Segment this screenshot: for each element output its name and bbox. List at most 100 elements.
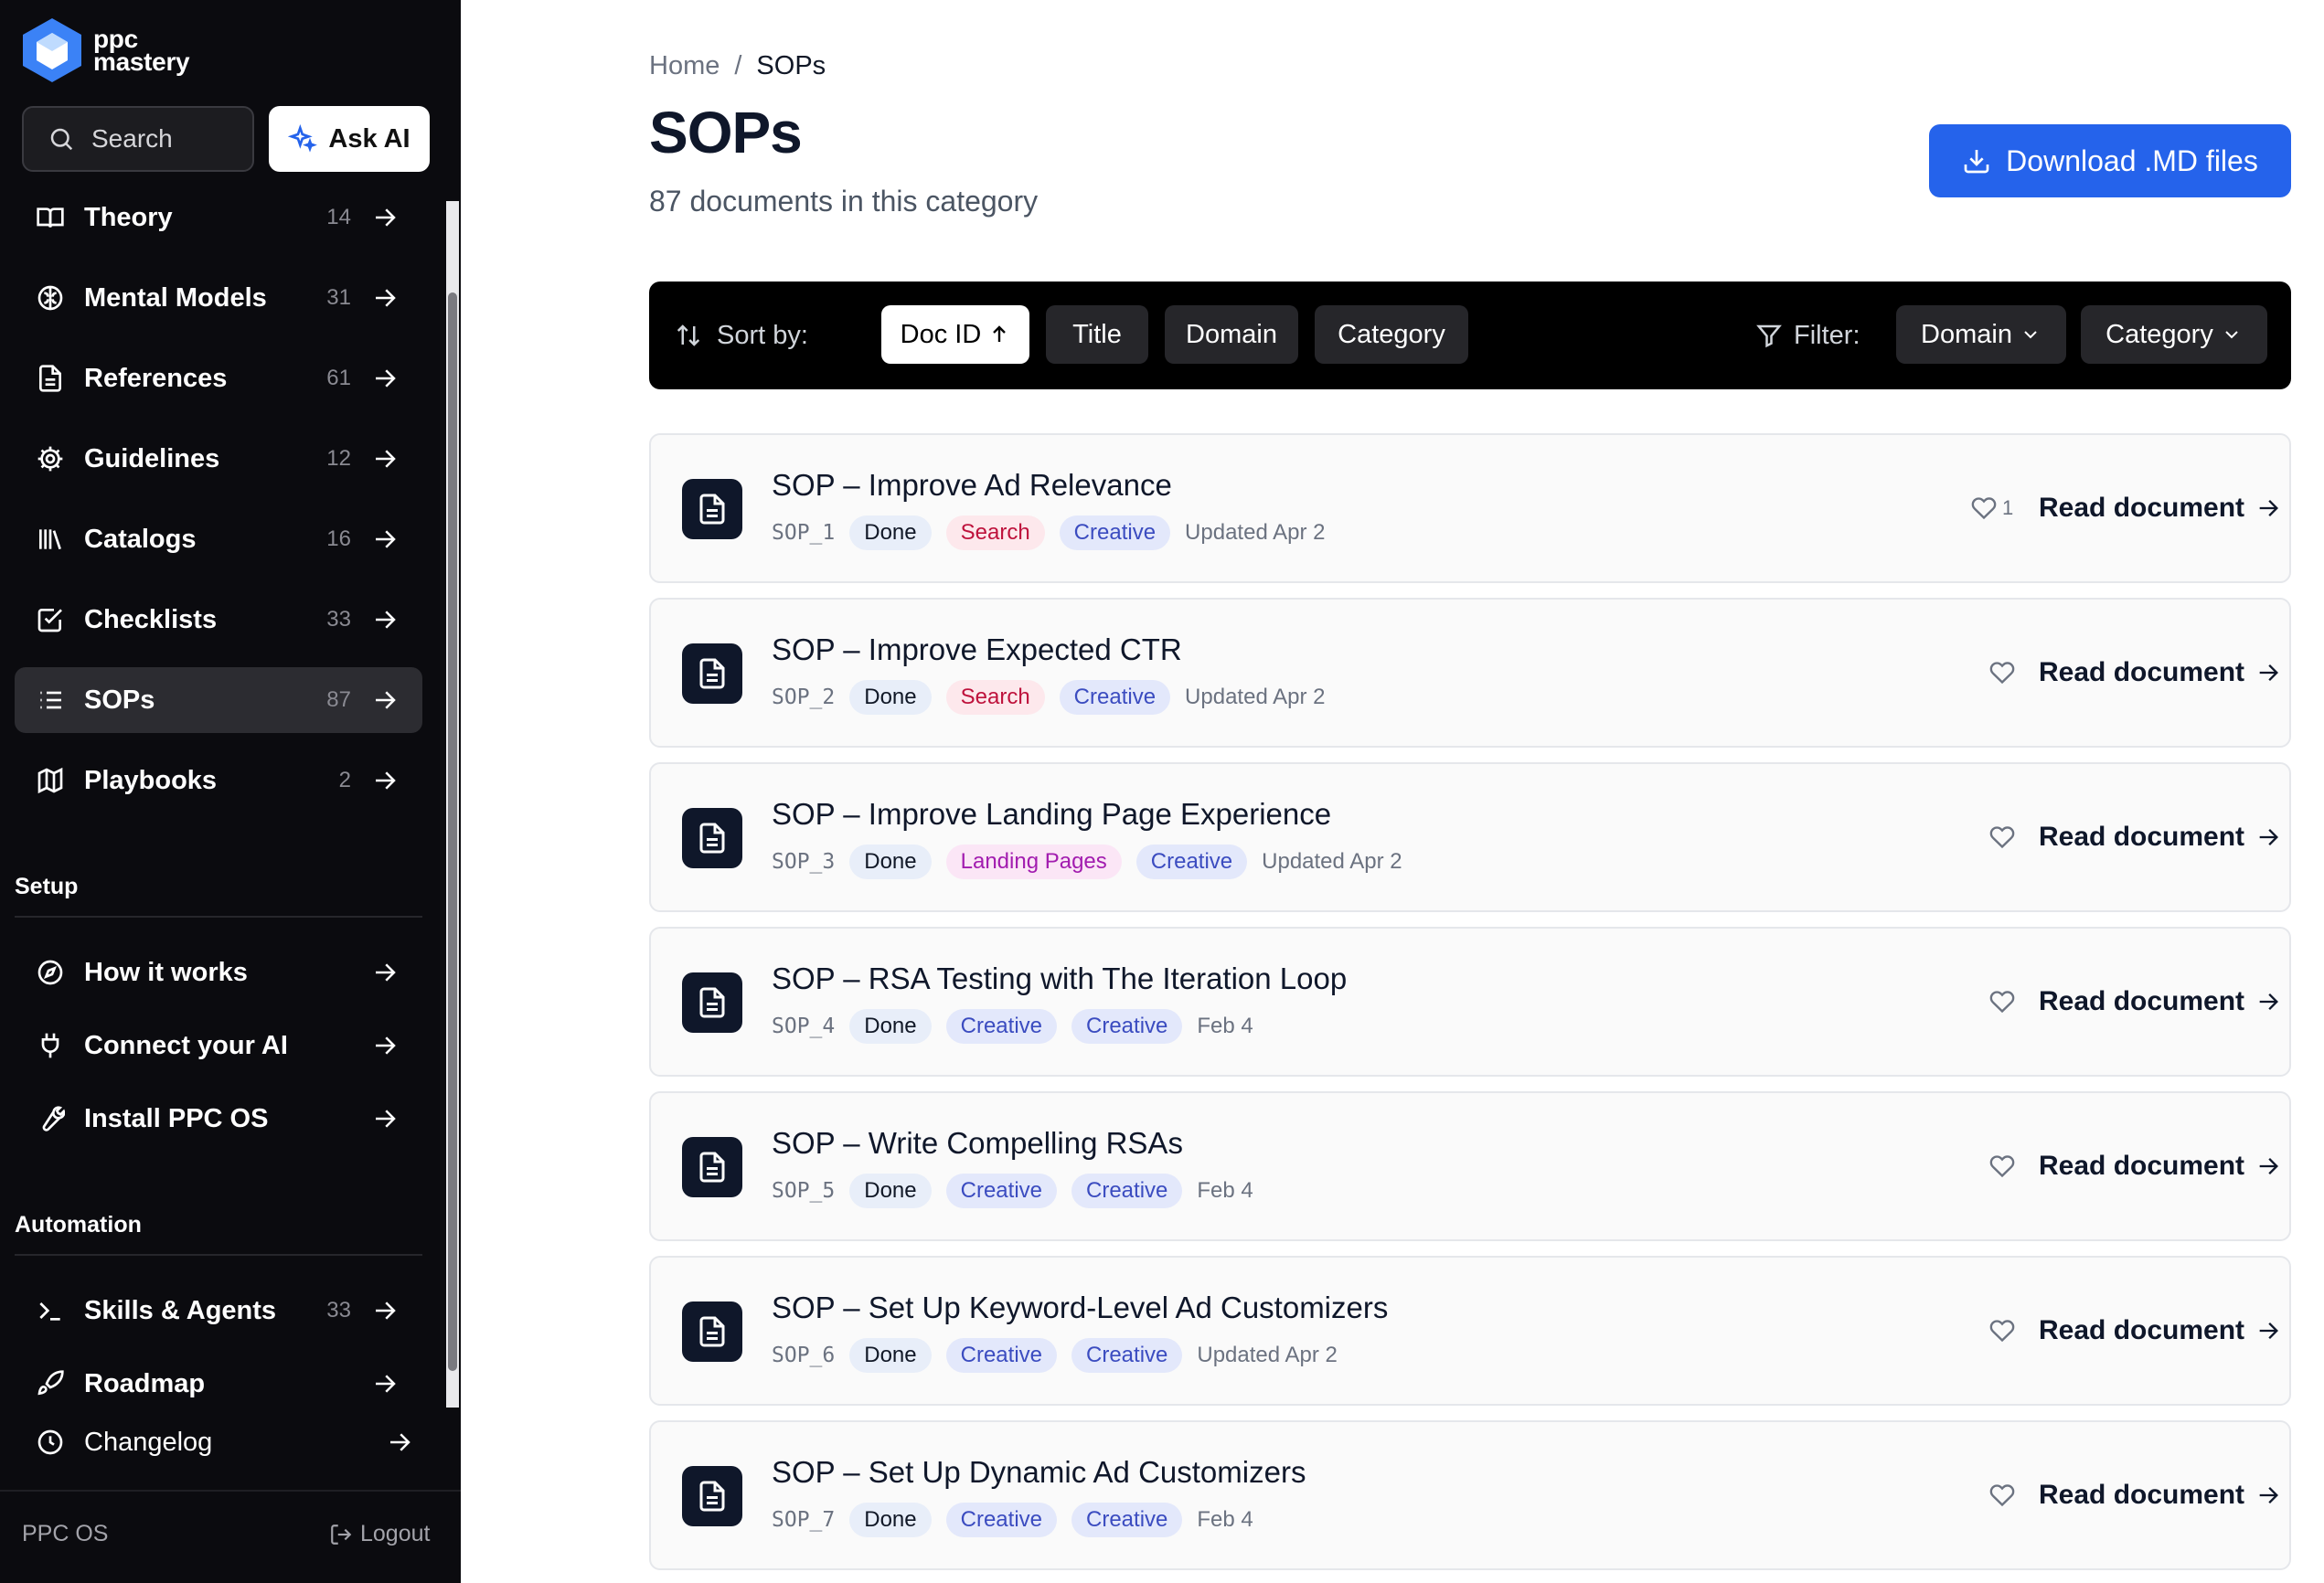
status-badge: Done: [849, 1009, 932, 1044]
rocket-icon: [37, 1370, 64, 1396]
category-badge: Creative: [1071, 1338, 1183, 1373]
download-md-button[interactable]: Download .MD files: [1929, 124, 2291, 197]
sidebar-item-changelog[interactable]: Changelog: [15, 1409, 422, 1475]
sidebar-item-label: Changelog: [84, 1427, 213, 1457]
ask-ai-button[interactable]: Ask AI: [269, 106, 430, 172]
sidebar-item-label: Checklists: [84, 604, 218, 634]
document-card-sop-3[interactable]: SOP – Improve Landing Page Experience SO…: [649, 762, 2291, 912]
status-badge: Done: [849, 1503, 932, 1537]
document-title[interactable]: SOP – Improve Landing Page Experience: [772, 797, 1331, 832]
like-button[interactable]: [1989, 660, 2015, 685]
section-divider: [15, 1254, 422, 1256]
list-icon: [40, 691, 61, 709]
sidebar-item-mental-models[interactable]: Mental Models 31: [15, 265, 422, 331]
category-badge: Creative: [1135, 845, 1248, 879]
category-badge: Creative: [1071, 1503, 1183, 1537]
document-card-sop-4[interactable]: SOP – RSA Testing with The Iteration Loo…: [649, 927, 2291, 1077]
sort-category-button[interactable]: Category: [1315, 305, 1468, 364]
sort-option-label: Domain: [1186, 319, 1277, 349]
sidebar-item-label: Mental Models: [84, 282, 267, 313]
document-title[interactable]: SOP – Write Compelling RSAs: [772, 1126, 1183, 1161]
arrow-right-icon: [2259, 829, 2279, 845]
document-meta: SOP_6 Done Creative Creative Updated Apr…: [772, 1338, 1338, 1373]
sidebar-item-references[interactable]: References 61: [15, 345, 422, 411]
logout-icon: [331, 1524, 352, 1545]
updated-date: Updated Apr 2: [1185, 685, 1326, 709]
read-document-link[interactable]: Read document: [2039, 929, 2281, 1075]
sidebar-item-count: 31: [326, 285, 351, 310]
sidebar-item-playbooks[interactable]: Playbooks 2: [15, 748, 422, 813]
updated-date: Updated Apr 2: [1197, 1343, 1338, 1367]
sort-domain-button[interactable]: Domain: [1165, 305, 1298, 364]
sort-label-text: Sort by:: [717, 320, 808, 350]
domain-badge: Creative: [945, 1174, 1057, 1208]
read-document-link[interactable]: Read document: [2039, 1258, 2281, 1404]
like-button[interactable]: [1989, 1482, 2015, 1508]
filter-category-dropdown[interactable]: Category: [2081, 305, 2267, 364]
read-document-link[interactable]: Read document: [2039, 435, 2281, 581]
sidebar-item-count: 14: [326, 205, 351, 229]
sidebar-item-label: Connect your AI: [84, 1030, 288, 1060]
read-document-label: Read document: [2039, 657, 2245, 687]
read-document-label: Read document: [2039, 986, 2245, 1016]
document-title[interactable]: SOP – RSA Testing with The Iteration Loo…: [772, 961, 1347, 996]
terminal-icon: [39, 1302, 60, 1321]
sidebar-item-guidelines[interactable]: Guidelines 12: [15, 426, 422, 492]
logout-button[interactable]: Logout: [329, 1521, 430, 1547]
status-badge: Done: [849, 1338, 932, 1373]
section-title-automation: Automation: [15, 1212, 142, 1238]
sidebar-item-skills-agents[interactable]: Skills & Agents 33: [15, 1278, 422, 1344]
breadcrumb-home[interactable]: Home: [649, 51, 720, 81]
document-card-sop-5[interactable]: SOP – Write Compelling RSAs SOP_5 Done C…: [649, 1091, 2291, 1241]
document-card-sop-1[interactable]: SOP – Improve Ad Relevance SOP_1 Done Se…: [649, 433, 2291, 583]
filter-domain-dropdown[interactable]: Domain: [1896, 305, 2066, 364]
sort-doc-id-button[interactable]: Doc ID: [881, 305, 1029, 364]
sidebar-item-count: 33: [326, 607, 351, 632]
sidebar-scrollbar-thumb[interactable]: [448, 292, 457, 1371]
like-button[interactable]: [1989, 824, 2015, 850]
heart-icon: [1989, 826, 2015, 849]
sidebar-item-label: Guidelines: [84, 443, 220, 473]
search-button[interactable]: Search: [22, 106, 254, 172]
arrow-right-icon: [2259, 664, 2279, 681]
sort-title-button[interactable]: Title: [1046, 305, 1148, 364]
arrow-right-icon: [376, 530, 396, 548]
like-button[interactable]: [1989, 1318, 2015, 1344]
sidebar-item-theory[interactable]: Theory 14: [15, 185, 422, 250]
read-document-label: Read document: [2039, 1315, 2245, 1345]
read-document-link[interactable]: Read document: [2039, 600, 2281, 746]
document-title[interactable]: SOP – Set Up Dynamic Ad Customizers: [772, 1455, 1306, 1490]
sidebar-item-roadmap[interactable]: Roadmap: [15, 1351, 422, 1417]
read-document-link[interactable]: Read document: [2039, 764, 2281, 910]
document-title[interactable]: SOP – Improve Ad Relevance: [772, 468, 1172, 503]
brand-logo[interactable]: ppc mastery: [20, 16, 190, 84]
sidebar-item-install-ppc-os[interactable]: Install PPC OS: [15, 1086, 422, 1152]
like-button[interactable]: [1989, 1153, 2015, 1179]
map-icon: [37, 767, 63, 794]
like-button[interactable]: 1: [1971, 495, 2013, 521]
sidebar-item-sops[interactable]: SOPs 87: [15, 667, 422, 733]
page-title: SOPs: [649, 100, 803, 165]
like-button[interactable]: [1989, 989, 2015, 1015]
document-card-sop-7[interactable]: SOP – Set Up Dynamic Ad Customizers SOP_…: [649, 1420, 2291, 1570]
updated-date: Feb 4: [1197, 1507, 1253, 1532]
document-card-sop-2[interactable]: SOP – Improve Expected CTR SOP_2 Done Se…: [649, 598, 2291, 748]
sidebar-item-count: 33: [326, 1298, 351, 1323]
document-title[interactable]: SOP – Improve Expected CTR: [772, 632, 1182, 667]
logout-label: Logout: [360, 1521, 431, 1546]
compass-icon: [37, 960, 63, 985]
sidebar-item-checklists[interactable]: Checklists 33: [15, 587, 422, 653]
sidebar-item-label: SOPs: [84, 685, 155, 715]
breadcrumb-current: SOPs: [756, 51, 826, 80]
document-title[interactable]: SOP – Set Up Keyword-Level Ad Customizer…: [772, 1291, 1388, 1325]
document-id: SOP_3: [772, 850, 836, 874]
arrow-right-icon: [376, 208, 396, 227]
read-document-link[interactable]: Read document: [2039, 1093, 2281, 1239]
sidebar-item-connect-your-ai[interactable]: Connect your AI: [15, 1013, 422, 1078]
sidebar-item-catalogs[interactable]: Catalogs 16: [15, 506, 422, 572]
section-title-setup: Setup: [15, 874, 79, 899]
read-document-link[interactable]: Read document: [2039, 1422, 2281, 1568]
sidebar-item-how-it-works[interactable]: How it works: [15, 940, 422, 1005]
document-card-sop-6[interactable]: SOP – Set Up Keyword-Level Ad Customizer…: [649, 1256, 2291, 1406]
hexagon-logo-icon: [23, 18, 81, 82]
